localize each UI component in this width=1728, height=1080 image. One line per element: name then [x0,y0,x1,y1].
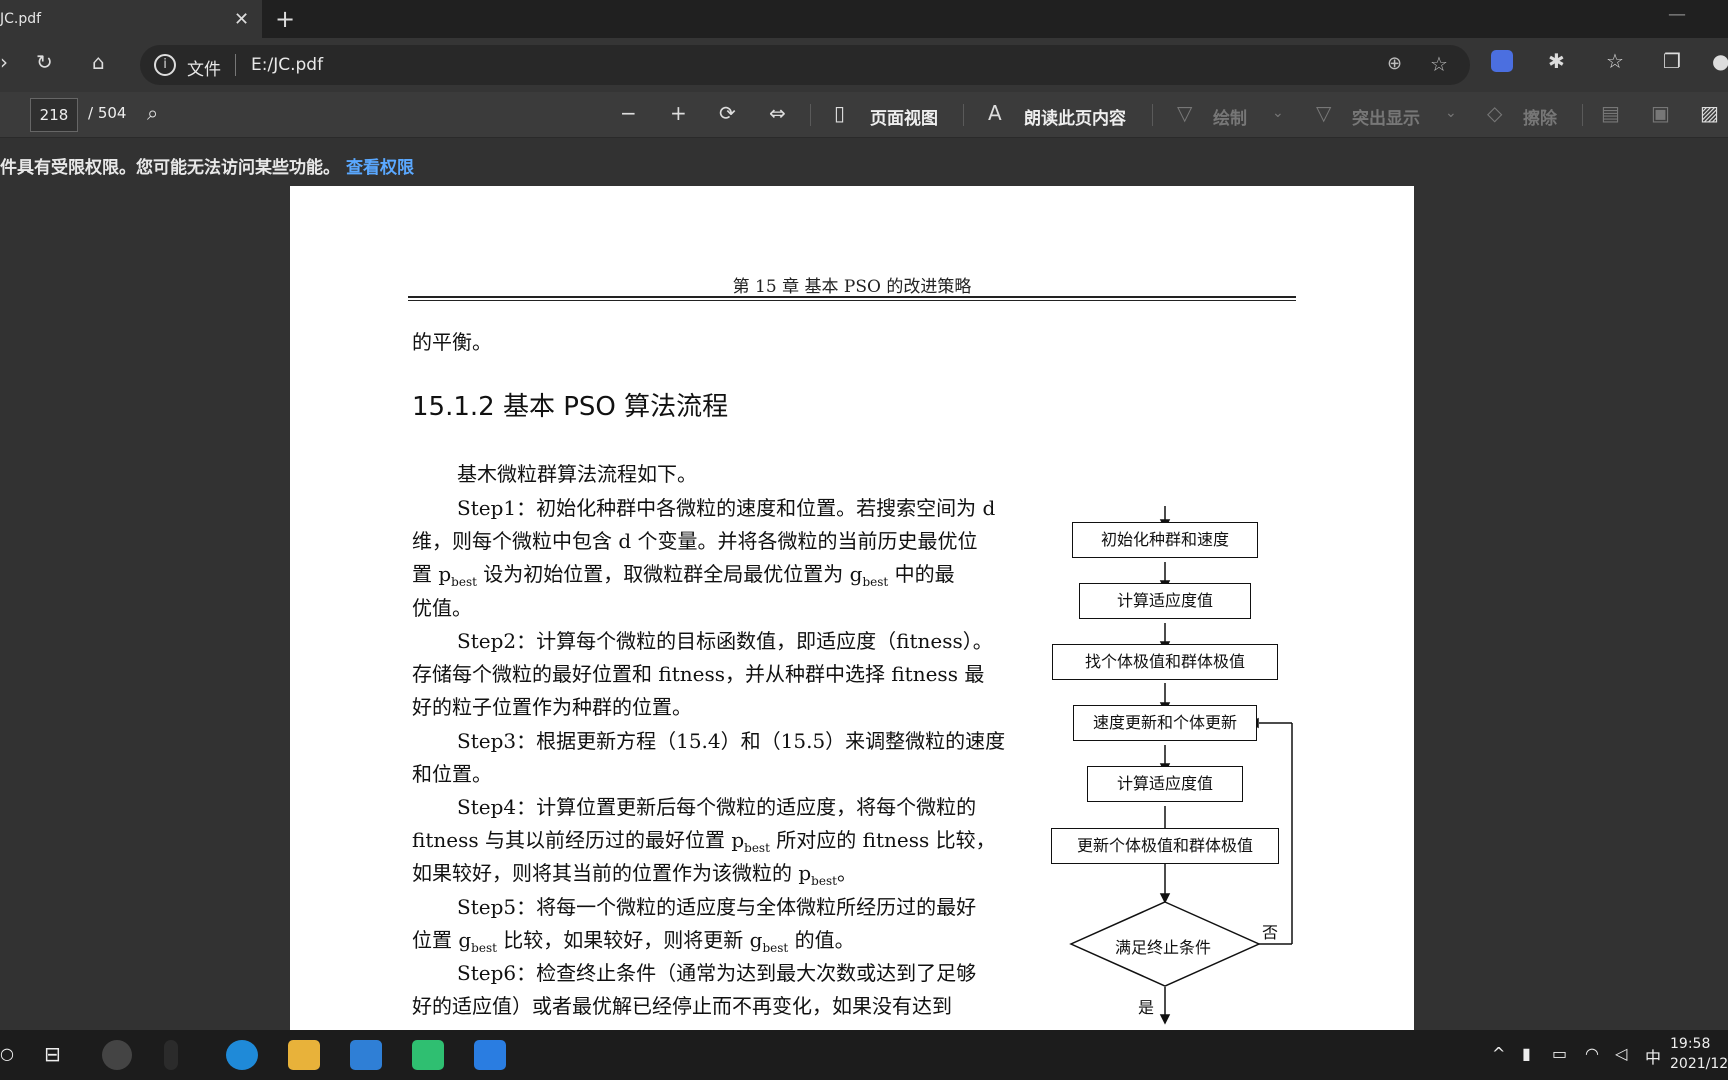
taskbar: ○ ⊟ ^ ▮ ▭ ◠ ◁ 中 19:58 2021/12 [0,1030,1728,1080]
view-permissions-link[interactable]: 查看权限 [346,153,414,178]
add-favorite-icon[interactable]: ☆ [1430,52,1448,76]
ime-indicator[interactable]: 中 [1645,1044,1661,1068]
tab-title: JC.pdf [0,11,42,27]
toolbar-divider [963,104,964,126]
new-tab-icon[interactable]: + [275,5,295,33]
search-icon[interactable]: ⌕ [147,101,158,125]
zoom-out-icon[interactable]: − [620,101,637,125]
clock-time: 19:58 [1670,1036,1711,1052]
rotate-icon[interactable]: ⟳ [719,101,736,125]
tab-strip: JC.pdf ✕ + — [0,0,1728,38]
microphone-icon[interactable]: ▮ [1522,1044,1531,1063]
flow-step-init: 初始化种群和速度 [1072,522,1258,558]
show-hidden-icons-icon[interactable]: ^ [1492,1044,1505,1063]
toolbar-divider [810,104,811,126]
draw-dropdown-icon[interactable]: ⌄ [1272,105,1284,121]
zoom-in-icon[interactable]: + [670,101,687,125]
permissions-message: 件具有受限权限。您可能无法访问某些功能。 [0,158,340,178]
flow-yes-label: 是 [1138,998,1155,1017]
task-view-icon[interactable]: ⊟ [44,1042,61,1066]
pdf-page: 第 15 章 基本 PSO 的改进策略 的平衡。 15.1.2 基本 PSO 算… [290,186,1414,1030]
permissions-notice: 件具有受限权限。您可能无法访问某些功能。 查看权限 [0,139,1728,185]
flow-step-find-best: 找个体极值和群体极值 [1052,644,1278,680]
save-as-icon[interactable]: ▨ [1700,101,1719,125]
battery-icon[interactable]: ▭ [1552,1044,1567,1063]
toolbar-divider [1582,104,1583,126]
dell-icon[interactable] [102,1040,132,1070]
draw-button[interactable]: 绘制 [1213,104,1247,129]
wifi-icon[interactable]: ◠ [1585,1044,1599,1063]
pycharm-icon[interactable] [412,1040,444,1070]
favorites-icon[interactable]: ☆ [1606,49,1624,73]
app-icon[interactable] [164,1040,178,1070]
toolbar-divider [1152,104,1153,126]
app-blue-icon[interactable] [474,1040,506,1070]
edge-icon[interactable] [226,1040,258,1070]
page-number-input[interactable]: 218 [30,98,78,132]
system-clock[interactable]: 19:58 2021/12 [1670,1034,1728,1074]
page-total: / 504 [88,104,127,122]
minimize-window-icon[interactable]: — [1668,4,1686,25]
collections-icon[interactable]: ❐ [1663,49,1681,73]
extensions-puzzle-icon[interactable]: ✱ [1548,49,1565,73]
back-icon[interactable]: › [0,50,8,74]
refresh-icon[interactable]: ↻ [36,50,53,74]
clock-date: 2021/12 [1670,1056,1728,1072]
profile-icon[interactable]: ● [1712,49,1728,73]
address-toolbar: › ↻ ⌂ i 文件 E:/JC.pdf ⊕ ☆ ✱ ☆ ❐ ● [0,38,1728,92]
read-aloud-button[interactable]: 朗读此页内容 [1024,104,1126,129]
search-icon[interactable]: ○ [0,1044,14,1063]
fit-width-icon[interactable]: ⇔ [769,101,786,125]
read-aloud-icon[interactable]: A [988,101,1002,125]
extension-icon[interactable] [1491,50,1513,72]
page-view-icon[interactable]: ▯ [834,101,845,125]
zoom-icon[interactable]: ⊕ [1387,53,1402,74]
address-bar[interactable]: i 文件 E:/JC.pdf ⊕ ☆ [140,45,1470,85]
flow-step-fitness-2: 计算适应度值 [1087,766,1243,802]
site-info-icon[interactable]: i [154,54,176,76]
address-scheme: 文件 [187,60,221,80]
flow-decision-label: 满足终止条件 [1115,938,1212,957]
erase-icon[interactable]: ◇ [1487,101,1502,125]
flow-step-update-best: 更新个体极值和群体极值 [1051,828,1279,864]
print-icon[interactable]: ▤ [1601,101,1620,125]
highlight-button[interactable]: 突出显示 [1352,104,1420,129]
erase-button[interactable]: 擦除 [1523,104,1557,129]
volume-icon[interactable]: ◁ [1615,1044,1627,1063]
pdf-toolbar: 218 / 504 ⌕ − + ⟳ ⇔ ▯ 页面视图 A 朗读此页内容 ▽ 绘制… [0,92,1728,138]
tab-jc-pdf[interactable]: JC.pdf ✕ [0,0,262,38]
flow-step-fitness: 计算适应度值 [1079,583,1251,619]
page-view-button[interactable]: 页面视图 [870,104,938,129]
save-icon[interactable]: ▣ [1651,101,1670,125]
highlight-icon[interactable]: ▽ [1316,101,1331,125]
close-tab-icon[interactable]: ✕ [234,9,249,30]
home-icon[interactable]: ⌂ [92,50,105,74]
flow-step-update: 速度更新和个体更新 [1073,705,1257,741]
mail-icon[interactable] [350,1040,382,1070]
address-divider [235,54,236,76]
flow-no-label: 否 [1262,923,1279,942]
address-url[interactable]: E:/JC.pdf [251,55,323,75]
file-explorer-icon[interactable] [288,1040,320,1070]
draw-icon[interactable]: ▽ [1177,101,1192,125]
highlight-dropdown-icon[interactable]: ⌄ [1445,105,1457,121]
